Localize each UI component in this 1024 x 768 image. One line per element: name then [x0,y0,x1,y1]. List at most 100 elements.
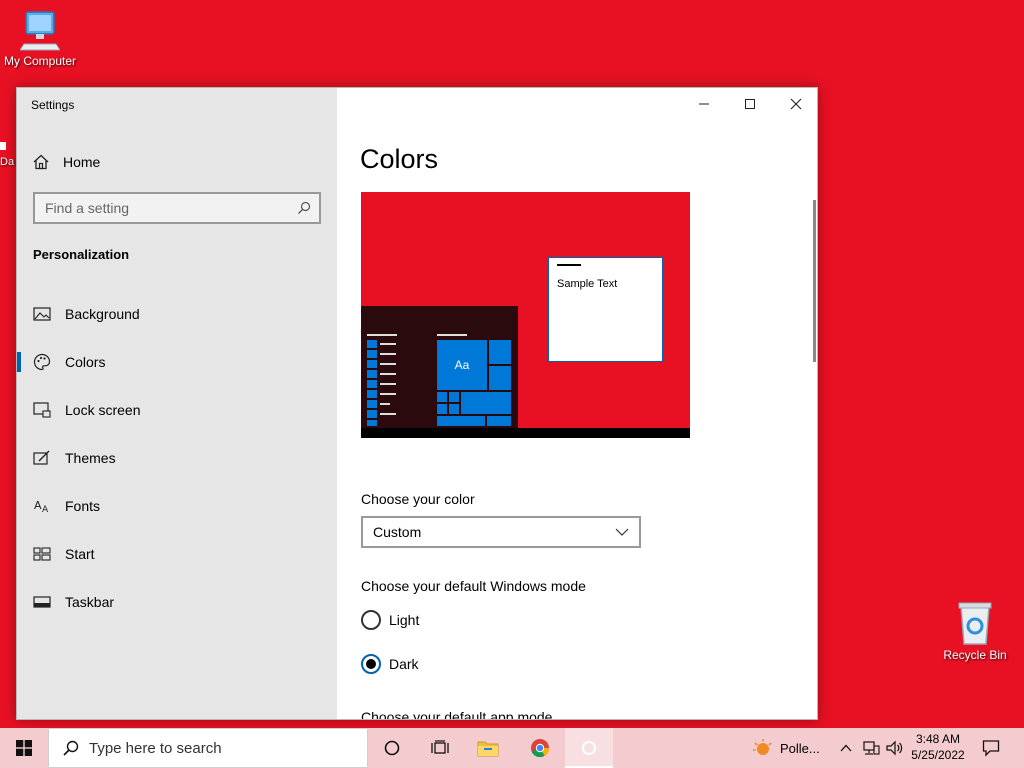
preview-line [437,334,467,336]
network-button[interactable] [862,728,880,768]
close-icon [790,98,802,110]
sidebar-item-label: Themes [65,450,116,466]
preview-tile [489,366,511,390]
sidebar-item-label: Fonts [65,498,101,514]
chevron-up-icon [840,744,852,752]
radio-button[interactable] [361,610,381,630]
color-mode-dropdown[interactable]: Custom [361,516,641,548]
desktop-icon-partial[interactable]: Da [0,142,14,170]
search-icon [298,201,311,214]
preview-tile-large: Aa [437,340,487,390]
preview-list-square [367,400,377,408]
svg-text:A: A [34,499,42,512]
weather-icon [753,739,772,755]
preview-line [380,403,390,405]
preview-list-square [367,340,377,348]
cortana-button[interactable] [368,728,416,768]
desktop-icon-label: Recycle Bin [943,648,1007,662]
sidebar-item-label: Colors [65,354,106,370]
chevron-down-icon [615,528,629,536]
preview-tile [449,392,459,402]
preview-list-square [367,360,377,368]
file-explorer-button[interactable] [464,728,512,768]
radio-dark[interactable]: Dark [361,653,419,675]
preview-window: Sample Text [548,257,663,362]
volume-icon [886,740,903,756]
notifications-button[interactable] [982,728,1000,768]
start-button[interactable] [0,728,48,768]
preview-taskbar [361,428,690,438]
sidebar-item-themes[interactable]: Themes [17,438,337,478]
clock-date: 5/25/2022 [911,748,965,762]
volume-button[interactable] [886,728,904,768]
radio-light[interactable]: Light [361,609,419,631]
section-title: Personalization [33,247,130,262]
preview-list-square [367,420,377,426]
preview-line [380,383,396,385]
weather-widget[interactable]: Polle... [752,728,820,768]
preview-window-bar [557,264,581,266]
sidebar-item-background[interactable]: Background [17,294,337,334]
home-link[interactable]: Home [33,152,100,172]
sidebar-item-label: Taskbar [65,594,115,610]
settings-app-button[interactable] [565,728,613,768]
weather-label: Polle... [780,740,820,756]
settings-search-box[interactable] [33,192,321,224]
maximize-button[interactable] [727,88,773,120]
clock-time: 3:48 AM [915,732,961,746]
sidebar-item-label: Lock screen [65,402,141,418]
close-button[interactable] [773,88,817,120]
preview-line [380,353,396,355]
radio-button-selected[interactable] [361,654,381,674]
scrollbar-thumb[interactable] [813,200,816,362]
font-icon: AA [33,497,51,515]
preview-list-square [367,370,377,378]
settings-window: Settings Home Personalization Background [16,87,818,720]
taskbar-search-input[interactable] [89,739,349,757]
preview-tile [461,392,511,414]
sidebar-item-label: Start [65,546,95,562]
preview-line [380,343,396,345]
show-hidden-icons-button[interactable] [840,728,852,768]
lock-screen-icon [33,401,51,419]
desktop-icon-label: Da [0,156,15,168]
app-mode-label: Choose your default app mode [361,709,553,720]
clock[interactable]: 3:48 AM 5/25/2022 [904,731,972,763]
page-title: Colors [360,144,439,174]
task-view-button[interactable] [416,728,464,768]
file-icon [0,142,6,150]
preview-list-square [367,410,377,418]
settings-search-input[interactable] [45,200,285,216]
sidebar-item-fonts[interactable]: AA Fonts [17,486,337,526]
minimize-icon [699,103,709,105]
preview-tile [437,392,447,402]
preview-list-square [367,380,377,388]
desktop-icon-my-computer[interactable]: My Computer [0,8,80,68]
sidebar-item-taskbar[interactable]: Taskbar [17,582,337,622]
preview-list-square [367,350,377,358]
search-icon [63,740,79,756]
desktop-icon-recycle-bin[interactable]: Recycle Bin [935,600,1015,662]
maximize-icon [745,99,755,109]
window-title: Settings [31,98,75,112]
notification-icon [982,740,1000,757]
radio-label: Light [389,612,420,628]
preview-tile [449,404,459,414]
start-icon [33,545,51,563]
sidebar-item-lock-screen[interactable]: Lock screen [17,390,337,430]
chrome-button[interactable] [516,728,564,768]
preview-tile [489,340,511,364]
sidebar-item-colors[interactable]: Colors [17,342,337,382]
preview-line [380,373,396,375]
windows-mode-label: Choose your default Windows mode [361,578,586,594]
sidebar-item-start[interactable]: Start [17,534,337,574]
minimize-button[interactable] [681,88,727,120]
radio-label: Dark [389,656,419,672]
taskbar-search-box[interactable] [48,728,368,768]
svg-text:A: A [42,505,49,514]
preview-line [380,413,396,415]
folder-icon [477,741,499,757]
preview-tile [487,416,511,426]
preview-line [380,363,396,365]
preview-tile [437,416,485,426]
